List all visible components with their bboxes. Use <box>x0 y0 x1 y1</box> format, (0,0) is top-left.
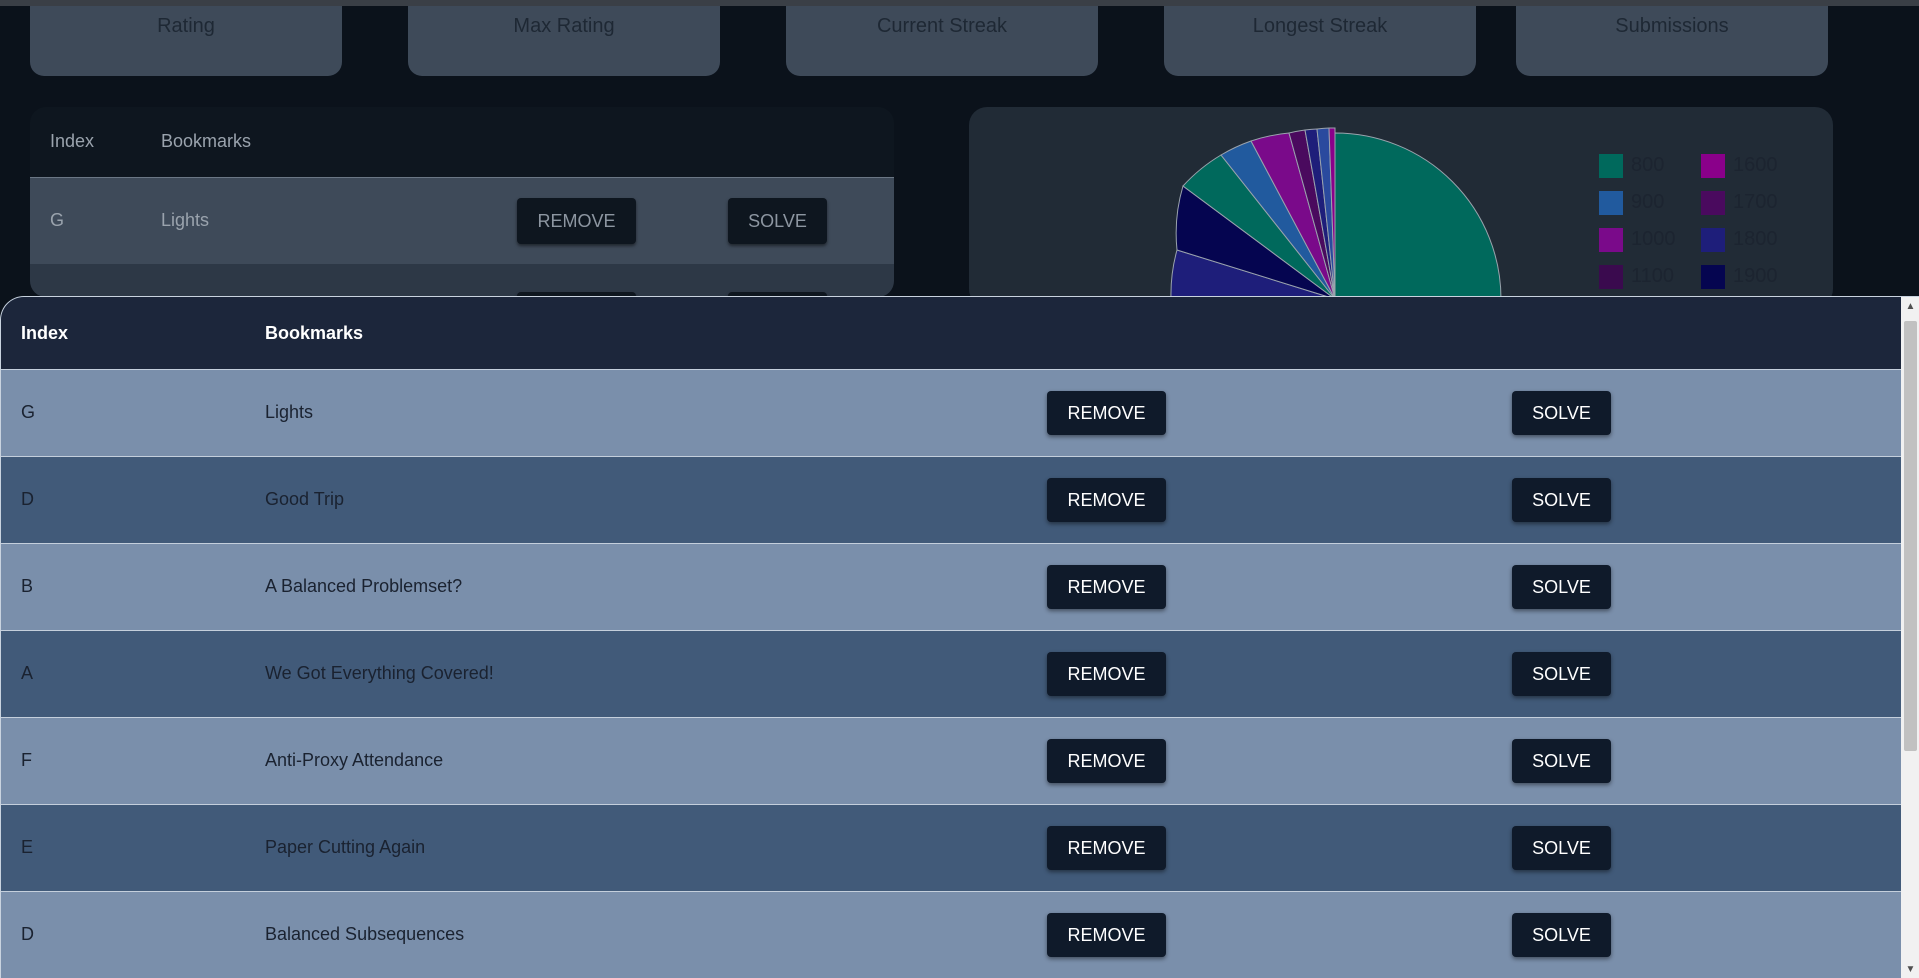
legend-swatch <box>1599 153 1623 178</box>
row-index: G <box>21 402 36 422</box>
stat-card-current-streak: Current Streak <box>786 6 1098 76</box>
header-index: Index <box>50 131 95 151</box>
row-index: G <box>50 210 65 230</box>
row-name: Lights <box>161 210 210 230</box>
row-name: Paper Cutting Again <box>265 837 426 857</box>
row-name: Balanced Subsequences <box>265 924 465 944</box>
remove-button[interactable]: REMOVE <box>1047 391 1166 435</box>
pie-slice-800 <box>1334 132 1502 300</box>
header-bookmarks: Bookmarks <box>265 323 364 343</box>
row-name: Anti-Proxy Attendance <box>265 750 444 770</box>
legend-swatch <box>1599 190 1623 215</box>
legend-label: 1700 <box>1733 191 1778 213</box>
solve-button[interactable]: SOLVE <box>728 198 827 244</box>
legend-label: 1000 <box>1631 228 1676 250</box>
remove-button[interactable]: REMOVE <box>1047 913 1166 957</box>
legend-swatch <box>1701 227 1725 252</box>
scrollbar-thumb[interactable] <box>1904 321 1917 751</box>
remove-button[interactable]: REMOVE <box>1047 565 1166 609</box>
background-bookmarks-table: Index Bookmarks G Lights REMOVE SOLVE <box>30 107 894 297</box>
modal-table-header: Index Bookmarks <box>1 297 1901 369</box>
stat-label: Longest Streak <box>1252 15 1388 37</box>
solve-button[interactable]: SOLVE <box>1512 391 1611 435</box>
remove-button[interactable]: REMOVE <box>1047 478 1166 522</box>
remove-button[interactable]: REMOVE <box>1047 739 1166 783</box>
remove-button[interactable]: REMOVE <box>1047 826 1166 870</box>
legend-label: 1100 <box>1631 265 1675 287</box>
stat-card-max-rating: Max Rating <box>408 6 720 76</box>
row-index: B <box>21 576 34 596</box>
table-row: B A Balanced Problemset? REMOVE SOLVE <box>1 543 1901 630</box>
legend-label: 1900 <box>1733 265 1778 287</box>
legend-label: 1800 <box>1733 228 1778 250</box>
solve-button[interactable]: SOLVE <box>1512 478 1611 522</box>
legend-item: 1900 <box>1701 264 1803 289</box>
row-index: F <box>21 750 32 770</box>
remove-button[interactable]: REMOVE <box>1047 652 1166 696</box>
header-index: Index <box>21 323 69 343</box>
remove-button[interactable]: REMOVE <box>517 198 636 244</box>
solve-button[interactable]: SOLVE <box>1512 913 1611 957</box>
solve-button[interactable]: SOLVE <box>1512 739 1611 783</box>
legend-swatch <box>1599 227 1623 252</box>
scroll-down-arrow-icon[interactable]: ▼ <box>1901 962 1919 978</box>
row-name: Good Trip <box>265 489 345 509</box>
stat-label: Max Rating <box>513 15 615 37</box>
solve-button[interactable]: SOLVE <box>1512 565 1611 609</box>
legend-item: 1100 <box>1599 264 1701 289</box>
legend-swatch <box>1701 264 1725 289</box>
table-row: D Good Trip REMOVE SOLVE <box>1 456 1901 543</box>
table-row: G Lights REMOVE SOLVE <box>1 369 1901 456</box>
legend-label: 900 <box>1631 191 1665 213</box>
solve-button[interactable]: SOLVE <box>1512 652 1611 696</box>
legend-swatch <box>1701 153 1725 178</box>
table-row <box>30 264 894 297</box>
legend-item: 1700 <box>1701 190 1803 215</box>
table-row: E Paper Cutting Again REMOVE SOLVE <box>1 804 1901 891</box>
table-row: G Lights REMOVE SOLVE <box>30 177 894 264</box>
legend-swatch <box>1701 190 1725 215</box>
header-bookmarks: Bookmarks <box>161 131 252 151</box>
table-header: Index Bookmarks <box>30 107 894 177</box>
stat-card-longest-streak: Longest Streak <box>1164 6 1476 76</box>
solve-button[interactable]: SOLVE <box>1512 826 1611 870</box>
chart-legend: 800 1600 900 1700 1000 1800 1100 1900 <box>1599 153 1803 289</box>
stat-label: Current Streak <box>876 15 1008 37</box>
stat-card-submissions: Submissions <box>1516 6 1828 76</box>
row-index: D <box>21 489 34 509</box>
bookmarks-modal: Index Bookmarks G Lights REMOVE SOLVE D … <box>0 296 1919 978</box>
stat-label: Submissions <box>1615 15 1729 37</box>
scroll-up-arrow-icon[interactable]: ▲ <box>1901 299 1919 315</box>
legend-label: 1600 <box>1733 154 1778 176</box>
legend-item: 800 <box>1599 153 1701 178</box>
row-name: Lights <box>265 402 314 422</box>
table-row: F Anti-Proxy Attendance REMOVE SOLVE <box>1 717 1901 804</box>
table-row: D Balanced Subsequences REMOVE SOLVE <box>1 891 1901 978</box>
row-index: A <box>21 663 34 683</box>
table-row: A We Got Everything Covered! REMOVE SOLV… <box>1 630 1901 717</box>
legend-item: 1000 <box>1599 227 1701 252</box>
stat-card-rating: Rating <box>30 6 342 76</box>
modal-scrollbar[interactable]: ▲ ▼ <box>1901 297 1919 978</box>
stat-label: Rating <box>157 15 215 37</box>
row-index: E <box>21 837 34 857</box>
bookmark-rows: G Lights REMOVE SOLVE D Good Trip REMOVE… <box>1 369 1901 978</box>
row-index: D <box>21 924 34 944</box>
row-name: We Got Everything Covered! <box>265 663 494 683</box>
rating-pie-chart-card: 800 1600 900 1700 1000 1800 1100 1900 <box>969 107 1833 307</box>
legend-label: 800 <box>1631 154 1665 176</box>
legend-swatch <box>1599 264 1623 289</box>
legend-item: 1800 <box>1701 227 1803 252</box>
legend-item: 1600 <box>1701 153 1803 178</box>
row-name: A Balanced Problemset? <box>265 576 463 596</box>
legend-item: 900 <box>1599 190 1701 215</box>
